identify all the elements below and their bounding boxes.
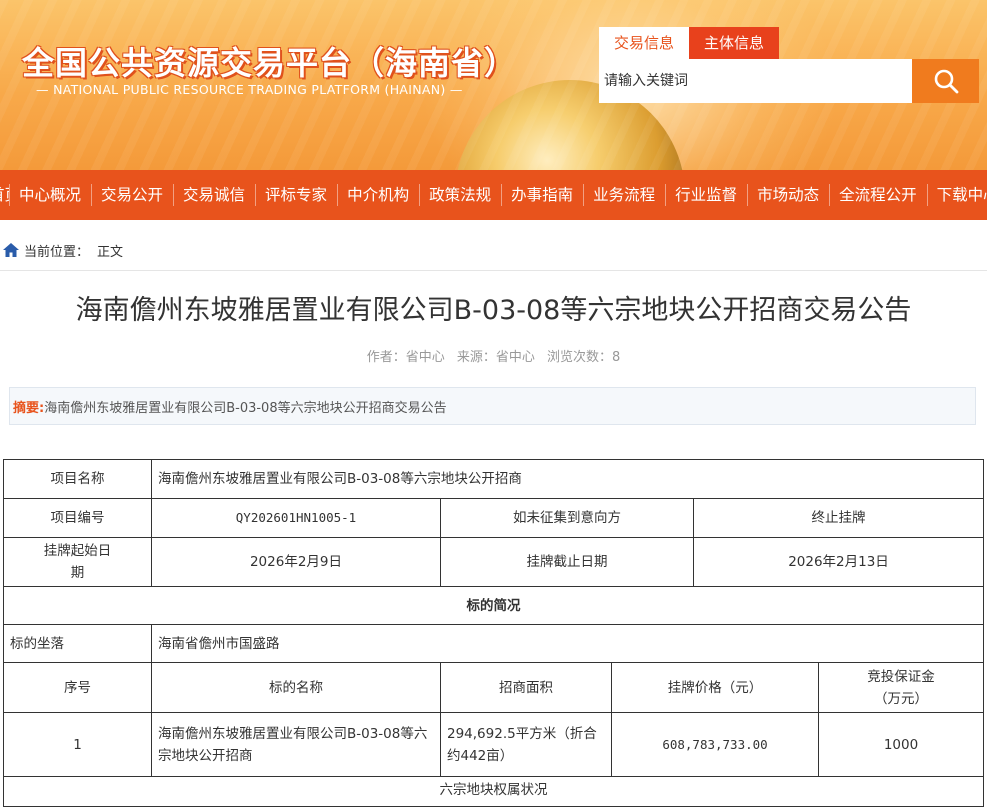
table-row: 标的坐落 海南省儋州市国盛路 bbox=[3, 624, 984, 663]
nav-item-downloads[interactable]: 下载中心 bbox=[926, 170, 987, 220]
summary-label: 摘要: bbox=[13, 400, 45, 416]
table-header-row: 序号 标的名称 招商面积 挂牌价格（元） 竞投保证金（万元） bbox=[3, 662, 984, 713]
article-meta: 作者：省中心 来源：省中心 浏览次数：8 bbox=[0, 346, 987, 365]
nav-item-full-process[interactable]: 全流程公开 bbox=[829, 170, 927, 220]
search-input[interactable] bbox=[599, 59, 912, 103]
search-icon bbox=[933, 68, 959, 94]
meta-views: 浏览次数：8 bbox=[547, 350, 621, 365]
search-box bbox=[599, 59, 979, 103]
nav-item-agencies[interactable]: 中介机构 bbox=[337, 170, 419, 220]
project-no-label: 项目编号 bbox=[3, 498, 152, 538]
start-date-label-text: 挂牌起始日期 bbox=[43, 543, 112, 581]
main-nav: 首页 中心概况 交易公开 交易诚信 评标专家 中介机构 政策法规 办事指南 业务… bbox=[0, 170, 987, 220]
table-row: 项目编号 QY202601HN1005-1 如未征集到意向方 终止挂牌 bbox=[3, 498, 984, 538]
row-area: 294,692.5平方米（折合约442亩） bbox=[440, 712, 612, 777]
search-button[interactable] bbox=[912, 59, 979, 103]
breadcrumb-label: 当前位置： bbox=[24, 244, 90, 260]
project-no-value: QY202601HN1005-1 bbox=[151, 498, 441, 538]
site-header: 全国公共资源交易平台（海南省） — NATIONAL PUBLIC RESOUR… bbox=[0, 0, 987, 170]
row-price: 608,783,733.00 bbox=[611, 712, 819, 777]
nav-item-experts[interactable]: 评标专家 bbox=[255, 170, 337, 220]
col-header-deposit: 竞投保证金（万元） bbox=[818, 662, 984, 713]
meta-author: 作者：省中心 bbox=[366, 350, 445, 365]
start-date-label: 挂牌起始日期 bbox=[3, 537, 152, 587]
breadcrumb-current: 正文 bbox=[97, 244, 124, 260]
site-subtitle: — NATIONAL PUBLIC RESOURCE TRADING PLATF… bbox=[36, 82, 463, 97]
tab-entity-info[interactable]: 主体信息 bbox=[689, 27, 780, 59]
nav-item-home[interactable]: 首页 bbox=[0, 170, 9, 220]
nav-item-guide[interactable]: 办事指南 bbox=[501, 170, 583, 220]
table-row: 挂牌起始日期 2026年2月9日 挂牌截止日期 2026年2月13日 bbox=[3, 537, 984, 587]
row-deposit: 1000 bbox=[818, 712, 984, 777]
home-icon[interactable] bbox=[2, 242, 20, 258]
table-row: 标的简况 bbox=[3, 586, 984, 625]
summary-box: 摘要: 海南儋州东坡雅居置业有限公司B-03-08等六宗地块公开招商交易公告 bbox=[9, 387, 976, 425]
next-section-title: 六宗地块权属状况 bbox=[3, 776, 984, 807]
nav-item-market-news[interactable]: 市场动态 bbox=[747, 170, 829, 220]
start-date-value: 2026年2月9日 bbox=[151, 537, 441, 587]
nav-item-trade-credit[interactable]: 交易诚信 bbox=[173, 170, 255, 220]
no-intent-label: 如未征集到意向方 bbox=[440, 498, 694, 538]
end-date-value: 2026年2月13日 bbox=[693, 537, 984, 587]
tab-trade-info[interactable]: 交易信息 bbox=[599, 27, 690, 59]
nav-item-trade-public[interactable]: 交易公开 bbox=[91, 170, 173, 220]
col-header-price: 挂牌价格（元） bbox=[611, 662, 819, 713]
project-info-table: 项目名称 海南儋州东坡雅居置业有限公司B-03-08等六宗地块公开招商 项目编号… bbox=[3, 459, 984, 807]
project-name-value: 海南儋州东坡雅居置业有限公司B-03-08等六宗地块公开招商 bbox=[151, 459, 984, 499]
nav-item-supervision[interactable]: 行业监督 bbox=[665, 170, 747, 220]
table-row: 项目名称 海南儋州东坡雅居置业有限公司B-03-08等六宗地块公开招商 bbox=[3, 459, 984, 499]
overview-title: 标的简况 bbox=[3, 586, 984, 625]
no-intent-value: 终止挂牌 bbox=[693, 498, 984, 538]
nav-item-center-overview[interactable]: 中心概况 bbox=[9, 170, 91, 220]
location-value: 海南省儋州市国盛路 bbox=[151, 624, 984, 663]
col-header-name: 标的名称 bbox=[151, 662, 441, 713]
breadcrumb: 当前位置： 正文 bbox=[0, 230, 987, 271]
site-title[interactable]: 全国公共资源交易平台（海南省） bbox=[22, 38, 517, 84]
col-header-area: 招商面积 bbox=[440, 662, 612, 713]
row-name: 海南儋州东坡雅居置业有限公司B-03-08等六宗地块公开招商 bbox=[151, 712, 441, 777]
end-date-label: 挂牌截止日期 bbox=[440, 537, 694, 587]
col-header-deposit-text: 竞投保证金（万元） bbox=[867, 668, 935, 707]
nav-item-process[interactable]: 业务流程 bbox=[583, 170, 665, 220]
meta-source: 来源：省中心 bbox=[456, 350, 535, 365]
search-tabs: 交易信息 主体信息 bbox=[599, 27, 780, 59]
page-title: 海南儋州东坡雅居置业有限公司B-03-08等六宗地块公开招商交易公告 bbox=[75, 295, 912, 326]
col-header-no: 序号 bbox=[3, 662, 152, 713]
table-row: 1 海南儋州东坡雅居置业有限公司B-03-08等六宗地块公开招商 294,692… bbox=[3, 712, 984, 777]
location-label: 标的坐落 bbox=[3, 624, 152, 663]
table-row: 六宗地块权属状况 bbox=[3, 776, 984, 807]
nav-item-policies[interactable]: 政策法规 bbox=[419, 170, 501, 220]
row-no: 1 bbox=[3, 712, 152, 777]
project-name-label: 项目名称 bbox=[3, 459, 152, 499]
summary-text: 海南儋州东坡雅居置业有限公司B-03-08等六宗地块公开招商交易公告 bbox=[44, 400, 447, 416]
